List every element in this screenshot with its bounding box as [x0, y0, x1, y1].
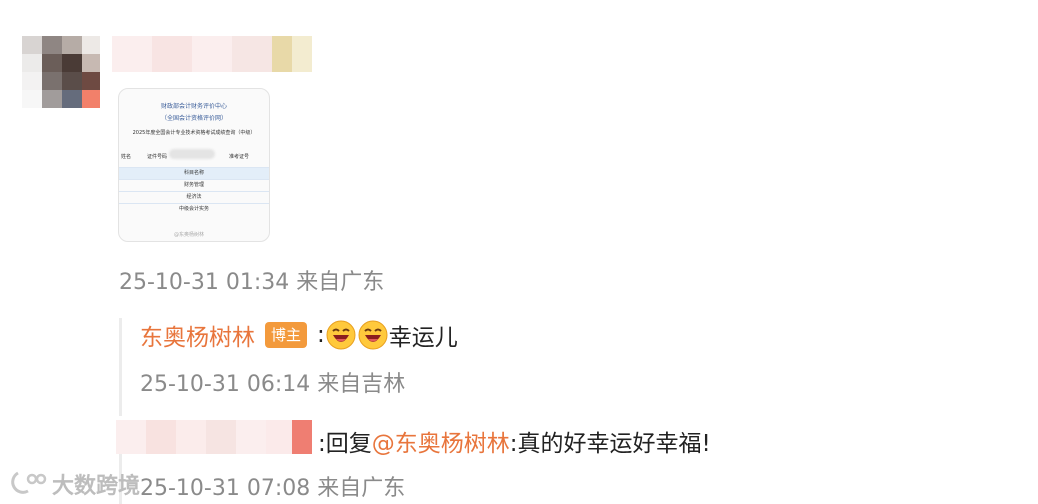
doc-label-right: 准考证号: [229, 154, 250, 160]
doc-table-row: 财务管理: [119, 179, 269, 191]
watermark-text: 大数跨境: [52, 474, 141, 499]
reply-text: 幸运儿: [388, 325, 458, 351]
image-watermark: @东奥杨树林: [174, 232, 205, 238]
doc-title-line2: （全国会计资格评价网）: [160, 115, 227, 122]
username-blurred[interactable]: [112, 36, 312, 72]
post-image[interactable]: 财政部会计财务评价中心 （全国会计资格评价网） 2025年度全国会计专业技术资格…: [118, 88, 270, 242]
reply-text: :真的好幸运好幸福!: [509, 431, 711, 457]
laughing-emoji-icon: [326, 320, 356, 350]
watermark: 大数跨境: [8, 468, 140, 500]
reply-item: 东奥杨树林 博主 : 幸运儿: [140, 318, 458, 352]
doc-redaction: [169, 149, 215, 159]
reply-item: :回复 @东奥杨树林 :真的好幸运好幸福!: [318, 424, 711, 458]
doc-label-left: 姓名: [121, 154, 132, 160]
doc-table-header: 科目名称: [119, 167, 269, 179]
doc-title-line1: 财政部会计财务评价中心: [160, 103, 227, 110]
reply-timestamp: 25-10-31 06:14 来自吉林: [140, 372, 406, 397]
reply-separator: :: [317, 322, 325, 348]
doc-label-mid: 证件号码: [147, 154, 168, 160]
reply-username[interactable]: 东奥杨树林: [140, 318, 255, 352]
reply-username-blurred[interactable]: [116, 420, 316, 454]
laughing-emoji-icon: [358, 320, 388, 350]
reply-timestamp: 25-10-31 07:08 来自广东: [140, 476, 406, 501]
author-badge: 博主: [265, 322, 308, 348]
mention-link[interactable]: @东奥杨树林: [372, 424, 510, 458]
avatar[interactable]: [22, 36, 100, 108]
doc-table-row: 中级会计实务: [119, 203, 269, 215]
doc-title-line3: 2025年度全国会计专业技术资格考试成绩查询（中级）: [132, 130, 256, 136]
post-timestamp: 25-10-31 01:34 来自广东: [119, 270, 385, 295]
reply-prefix: :回复: [318, 431, 372, 457]
reply-indent-bar: [119, 318, 122, 416]
watermark-logo-icon: [11, 471, 47, 494]
doc-table-row: 经济法: [119, 191, 269, 203]
